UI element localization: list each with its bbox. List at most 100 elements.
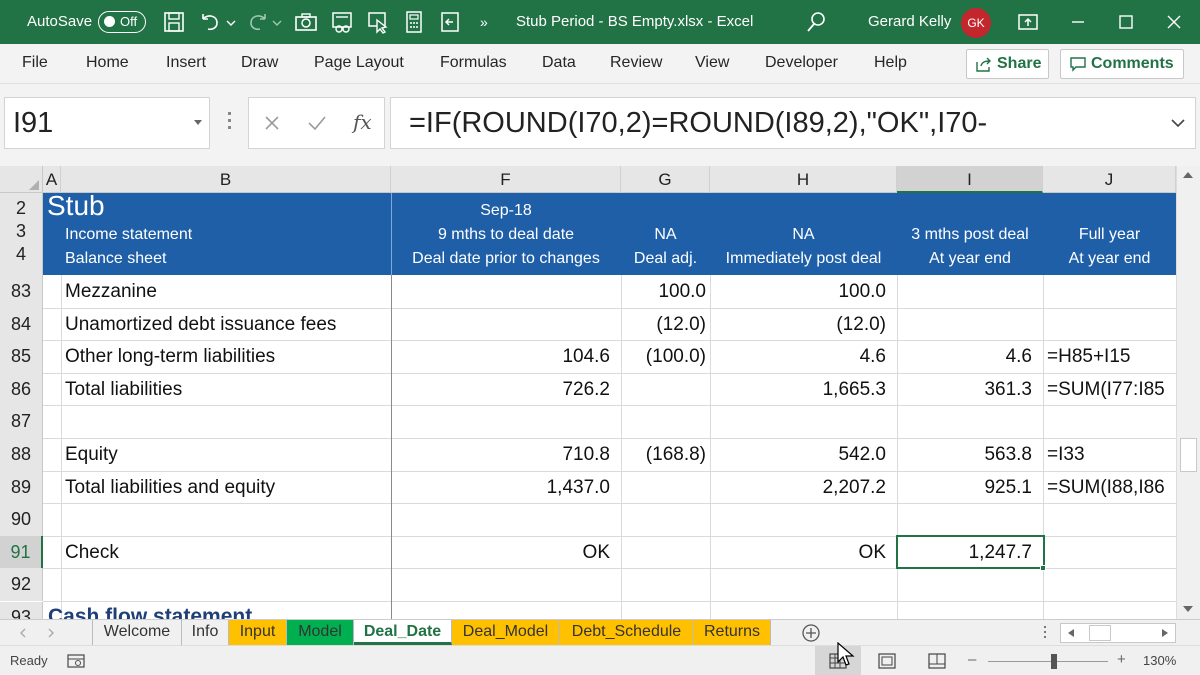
h-line1[interactable]: NA bbox=[710, 226, 897, 244]
user-name[interactable]: Gerard Kelly bbox=[868, 0, 951, 44]
avatar[interactable]: GK bbox=[961, 8, 991, 38]
cell-j85[interactable]: =H85+I15 bbox=[1047, 341, 1175, 373]
column-header-h[interactable]: H bbox=[710, 166, 897, 193]
cell-h91[interactable]: OK bbox=[710, 537, 886, 569]
cell-i86[interactable]: 361.3 bbox=[897, 374, 1032, 406]
column-header-g[interactable]: G bbox=[621, 166, 710, 193]
add-sheet-icon[interactable] bbox=[801, 623, 821, 643]
redo-dropdown-icon[interactable] bbox=[270, 10, 284, 34]
page-layout-view-icon[interactable] bbox=[878, 653, 896, 669]
autosave-toggle[interactable]: Off bbox=[98, 11, 146, 33]
close-icon[interactable] bbox=[1162, 10, 1186, 34]
sheet-tab-model[interactable]: Model bbox=[287, 620, 354, 645]
menu-draw[interactable]: Draw bbox=[241, 44, 278, 82]
cell-g85[interactable]: (100.0) bbox=[621, 341, 706, 373]
cell-b83[interactable]: Mezzanine bbox=[65, 276, 385, 308]
stub-title[interactable]: Stub bbox=[47, 190, 105, 222]
comments-button[interactable]: Comments bbox=[1060, 49, 1184, 79]
row-header-88[interactable]: 88 bbox=[0, 438, 43, 471]
menu-data[interactable]: Data bbox=[542, 44, 576, 82]
cell-h89[interactable]: 2,207.2 bbox=[710, 472, 886, 504]
camera-icon[interactable] bbox=[294, 10, 318, 34]
insert-function-icon[interactable]: fx bbox=[353, 110, 372, 134]
h-scroll-thumb[interactable] bbox=[1089, 625, 1111, 641]
cell-h85[interactable]: 4.6 bbox=[710, 341, 886, 373]
horizontal-scrollbar[interactable] bbox=[1060, 623, 1176, 643]
column-header-a[interactable]: A bbox=[43, 166, 61, 193]
enter-icon[interactable] bbox=[307, 114, 327, 132]
cell-f85[interactable]: 104.6 bbox=[391, 341, 610, 373]
minimize-icon[interactable] bbox=[1066, 10, 1090, 34]
scroll-thumb[interactable] bbox=[1180, 438, 1197, 472]
f-line0[interactable]: Sep-18 bbox=[391, 202, 621, 220]
cell-b85[interactable]: Other long-term liabilities bbox=[65, 341, 385, 373]
menu-formulas[interactable]: Formulas bbox=[440, 44, 507, 82]
calculator-icon[interactable] bbox=[402, 10, 426, 34]
j-line1[interactable]: Full year bbox=[1043, 226, 1176, 244]
row-header-2[interactable]: 2 bbox=[0, 193, 42, 223]
cell-f91[interactable]: OK bbox=[391, 537, 610, 569]
cell-i89[interactable]: 925.1 bbox=[897, 472, 1032, 504]
cell-g88[interactable]: (168.8) bbox=[621, 439, 706, 471]
sheet-tab-input[interactable]: Input bbox=[229, 620, 287, 645]
zoom-out-button[interactable]: – bbox=[968, 651, 976, 668]
share-button[interactable]: Share bbox=[966, 49, 1049, 79]
cell-h84[interactable]: (12.0) bbox=[710, 309, 886, 341]
menu-page-layout[interactable]: Page Layout bbox=[314, 44, 404, 82]
sheet-tab-deal-model[interactable]: Deal_Model bbox=[452, 620, 560, 645]
zoom-slider[interactable] bbox=[988, 661, 1108, 662]
undo-dropdown-icon[interactable] bbox=[224, 10, 238, 34]
zoom-level[interactable]: 130% bbox=[1143, 653, 1176, 668]
page-break-view-icon[interactable] bbox=[928, 653, 946, 669]
f-line1[interactable]: 9 mths to deal date bbox=[391, 226, 621, 244]
cell-g83[interactable]: 100.0 bbox=[621, 276, 706, 308]
i-line1[interactable]: 3 mths post deal bbox=[897, 226, 1043, 244]
row-header-92[interactable]: 92 bbox=[0, 568, 43, 601]
cell-i88[interactable]: 563.8 bbox=[897, 439, 1032, 471]
sheet-tab-deal-date[interactable]: Deal_Date bbox=[354, 620, 452, 645]
cell-b84[interactable]: Unamortized debt issuance fees bbox=[65, 309, 385, 341]
g-line1[interactable]: NA bbox=[621, 226, 710, 244]
menu-view[interactable]: View bbox=[695, 44, 729, 82]
menu-developer[interactable]: Developer bbox=[765, 44, 838, 82]
menu-home[interactable]: Home bbox=[86, 44, 129, 82]
undo-icon[interactable] bbox=[198, 10, 222, 34]
cell-f89[interactable]: 1,437.0 bbox=[391, 472, 610, 504]
f-line2[interactable]: Deal date prior to changes bbox=[391, 250, 621, 268]
expand-formula-icon[interactable] bbox=[1171, 118, 1185, 128]
cell-f88[interactable]: 710.8 bbox=[391, 439, 610, 471]
cell-b89[interactable]: Total liabilities and equity bbox=[65, 472, 385, 504]
row-header-84[interactable]: 84 bbox=[0, 307, 43, 341]
b-line1[interactable]: Income statement bbox=[65, 226, 192, 244]
sheet-tab-returns[interactable]: Returns bbox=[694, 620, 771, 645]
more-commands[interactable]: » bbox=[480, 0, 488, 44]
column-header-f[interactable]: F bbox=[391, 166, 621, 193]
menu-help[interactable]: Help bbox=[874, 44, 907, 82]
column-header-i[interactable]: I bbox=[897, 166, 1043, 193]
cell-h86[interactable]: 1,665.3 bbox=[710, 374, 886, 406]
menu-insert[interactable]: Insert bbox=[166, 44, 206, 82]
grip-dots-icon[interactable] bbox=[228, 112, 232, 132]
cell-h88[interactable]: 542.0 bbox=[710, 439, 886, 471]
g-line2[interactable]: Deal adj. bbox=[621, 250, 710, 268]
i-line2[interactable]: At year end bbox=[897, 250, 1043, 268]
h-scroll-left-icon[interactable] bbox=[1066, 628, 1076, 638]
fill-handle[interactable] bbox=[1040, 565, 1046, 571]
search-icon[interactable] bbox=[804, 10, 828, 34]
row-header-93[interactable]: 93 bbox=[0, 602, 43, 619]
formula-input[interactable]: =IF(ROUND(I70,2)=ROUND(I89,2),"OK",I70- bbox=[390, 97, 1196, 149]
row-header-3[interactable]: 3 bbox=[0, 222, 42, 240]
cash-flow-heading[interactable]: Cash flow statement bbox=[48, 602, 252, 619]
row-header-4[interactable]: 4 bbox=[0, 239, 42, 271]
cell-b91[interactable]: Check bbox=[65, 537, 385, 569]
scroll-down-icon[interactable] bbox=[1182, 604, 1194, 614]
row-header-89[interactable]: 89 bbox=[0, 470, 43, 504]
sheet-tab-info[interactable]: Info bbox=[182, 620, 229, 645]
tab-split-handle[interactable] bbox=[1044, 626, 1047, 640]
ribbon-display-icon[interactable] bbox=[1016, 10, 1040, 34]
cell-j89[interactable]: =SUM(I88,I86 bbox=[1047, 472, 1175, 504]
tab-scroll-left-icon[interactable] bbox=[18, 628, 28, 638]
exit-icon[interactable] bbox=[438, 10, 462, 34]
b-line2[interactable]: Balance sheet bbox=[65, 250, 166, 268]
cell-h83[interactable]: 100.0 bbox=[710, 276, 886, 308]
